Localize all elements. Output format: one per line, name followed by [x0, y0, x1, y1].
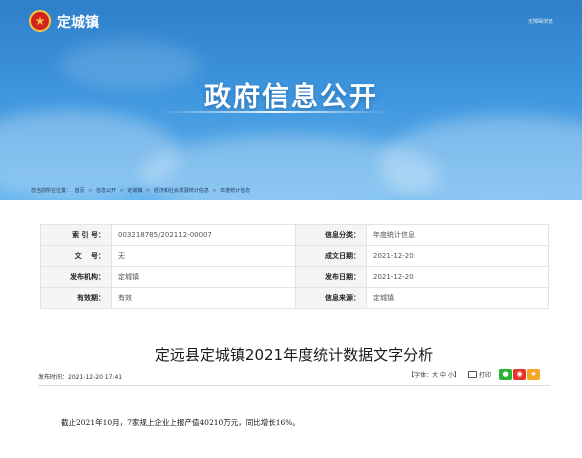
breadcrumb: 您当前所在位置： 首页 > 信息公开 > 定城镇 > 经济和社会发展统计信息 >… — [31, 187, 252, 194]
breadcrumb-prefix: 您当前所在位置： — [31, 188, 72, 194]
written-date-value: 2021-12-20 — [366, 245, 549, 267]
doc-number-label: 文 号： — [40, 245, 112, 267]
index-number-value: 003218785/202112-00007 — [111, 224, 296, 246]
title-underline — [160, 111, 390, 113]
site-name[interactable]: 定城镇 — [57, 12, 99, 32]
info-source-value: 定城镇 — [366, 287, 549, 309]
national-emblem-icon[interactable]: ★ — [29, 10, 51, 32]
print-icon[interactable] — [467, 370, 477, 378]
validity-value: 有效 — [111, 287, 296, 309]
table-row: 索 引 号： 003218785/202112-00007 信息分类： 年度统计… — [40, 224, 549, 246]
print-button[interactable]: 打印 — [479, 370, 491, 379]
breadcrumb-annual-stats[interactable]: 年度统计信息 — [220, 188, 250, 194]
article-tools: 【字体： 大 中 小 】 打印 ● ◉ ★ — [408, 368, 540, 380]
breadcrumb-info-public[interactable]: 信息公开 — [96, 188, 116, 194]
publish-date-label: 发布日期： — [295, 266, 367, 288]
validity-label: 有效期： — [40, 287, 112, 309]
font-size-label: 【字体： — [408, 371, 433, 379]
breadcrumb-separator: > — [146, 188, 151, 194]
breadcrumb-separator: > — [88, 188, 93, 194]
article-body: 截止2021年10月，7家规上企业上报产值40210万元，同比增长16%。 — [61, 418, 300, 427]
publish-time: 发布时间：2021-12-20 17:41 — [38, 372, 122, 381]
info-source-label: 信息来源： — [295, 287, 367, 309]
publisher-label: 发布机构： — [40, 266, 112, 288]
breadcrumb-economic-stats[interactable]: 经济和社会发展统计信息 — [154, 188, 209, 194]
font-large-button[interactable]: 大 — [432, 370, 438, 379]
doc-number-value: 无 — [111, 245, 296, 267]
table-row: 有效期： 有效 信息来源： 定城镇 — [40, 287, 549, 309]
content-panel: 索 引 号： 003218785/202112-00007 信息分类： 年度统计… — [28, 203, 560, 458]
font-size-end: 】 — [453, 371, 460, 379]
qzone-icon[interactable]: ★ — [527, 368, 540, 380]
breadcrumb-separator: > — [212, 188, 217, 194]
banner-title: 政府信息公开 — [204, 82, 378, 113]
info-category-value: 年度统计信息 — [366, 224, 549, 246]
article-title: 定远县定城镇2021年度统计数据文字分析 — [154, 346, 434, 364]
publisher-value: 定城镇 — [111, 266, 296, 288]
breadcrumb-home[interactable]: 首页 — [75, 188, 85, 194]
index-number-label: 索 引 号： — [40, 224, 112, 246]
info-meta-table: 索 引 号： 003218785/202112-00007 信息分类： 年度统计… — [40, 224, 549, 309]
accessibility-link[interactable]: 无障碍浏览 — [528, 18, 553, 25]
info-category-label: 信息分类： — [295, 224, 367, 246]
header-banner: ★ 定城镇 无障碍浏览 政府信息公开 您当前所在位置： 首页 > 信息公开 > … — [0, 0, 582, 200]
table-row: 发布机构： 定城镇 发布日期： 2021-12-20 — [40, 266, 549, 288]
publish-time-label: 发布时间： — [38, 374, 69, 381]
font-medium-button[interactable]: 中 — [440, 370, 446, 379]
wechat-icon[interactable]: ● — [499, 368, 512, 380]
written-date-label: 成文日期： — [295, 245, 367, 267]
breadcrumb-separator: > — [119, 188, 124, 194]
publish-date-value: 2021-12-20 — [366, 266, 549, 288]
table-row: 文 号： 无 成文日期： 2021-12-20 — [40, 245, 549, 267]
breadcrumb-town[interactable]: 定城镇 — [127, 188, 142, 194]
cloud-decoration — [380, 115, 582, 200]
weibo-icon[interactable]: ◉ — [513, 368, 526, 380]
publish-time-value: 2021-12-20 17:41 — [68, 374, 123, 381]
divider — [38, 385, 550, 386]
